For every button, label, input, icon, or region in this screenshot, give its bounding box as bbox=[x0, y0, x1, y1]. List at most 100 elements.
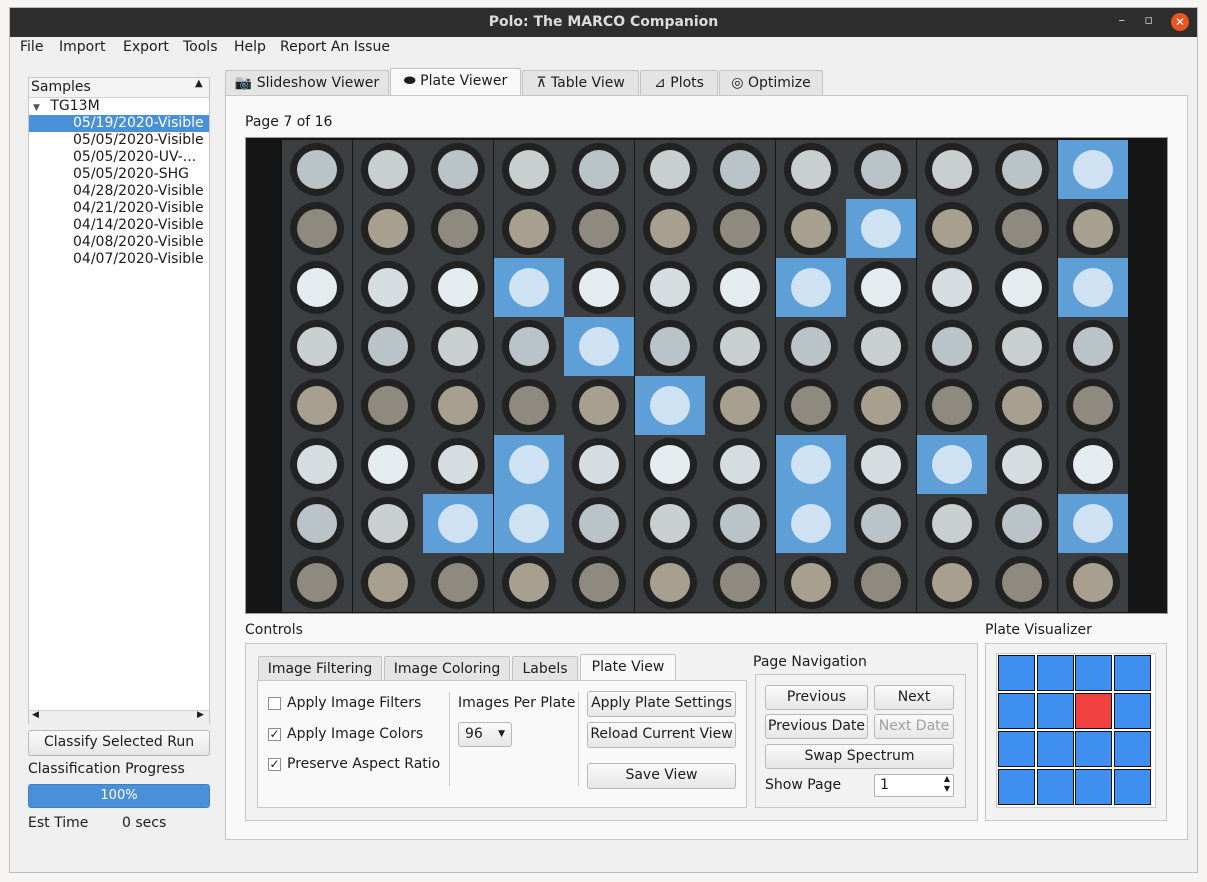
well-image[interactable] bbox=[282, 494, 352, 553]
tab-plots[interactable]: ⊿ Plots bbox=[640, 70, 718, 95]
well-image[interactable] bbox=[352, 435, 423, 494]
sample-item[interactable]: 04/21/2020-Visible bbox=[29, 200, 209, 217]
well-image[interactable] bbox=[564, 317, 634, 376]
sample-item[interactable]: 05/05/2020-UV-... bbox=[29, 149, 209, 166]
well-image[interactable] bbox=[423, 494, 493, 553]
scroll-left-icon[interactable]: ◀ bbox=[32, 710, 39, 720]
well-image[interactable] bbox=[705, 317, 775, 376]
tab-image-filtering[interactable]: Image Filtering bbox=[258, 656, 382, 681]
visualizer-cell-active[interactable] bbox=[1075, 693, 1112, 729]
tab-plate-viewer[interactable]: ⬬ Plate Viewer bbox=[390, 68, 521, 95]
well-image[interactable] bbox=[1057, 199, 1128, 258]
well-image[interactable] bbox=[634, 553, 705, 612]
samples-header[interactable]: Samples ▲ bbox=[29, 78, 209, 98]
close-icon[interactable]: ✕ bbox=[1171, 13, 1189, 31]
plate-image-grid[interactable] bbox=[245, 137, 1168, 614]
well-image[interactable] bbox=[705, 553, 775, 612]
well-image[interactable] bbox=[423, 317, 493, 376]
tab-slideshow-viewer[interactable]: 📷 Slideshow Viewer bbox=[225, 70, 389, 95]
well-image[interactable] bbox=[916, 258, 987, 317]
well-image[interactable] bbox=[282, 140, 352, 199]
well-image[interactable] bbox=[423, 435, 493, 494]
well-image[interactable] bbox=[493, 258, 564, 317]
well-image[interactable] bbox=[775, 140, 846, 199]
well-image[interactable] bbox=[987, 317, 1057, 376]
well-image[interactable] bbox=[564, 494, 634, 553]
well-image[interactable] bbox=[352, 494, 423, 553]
well-image[interactable] bbox=[282, 435, 352, 494]
well-image[interactable] bbox=[282, 376, 352, 435]
well-image[interactable] bbox=[564, 376, 634, 435]
well-image[interactable] bbox=[775, 376, 846, 435]
sample-item[interactable]: 04/07/2020-Visible bbox=[29, 251, 209, 268]
well-image[interactable] bbox=[1057, 553, 1128, 612]
save-view-button[interactable]: Save View bbox=[587, 763, 736, 789]
well-image[interactable] bbox=[423, 199, 493, 258]
well-image[interactable] bbox=[846, 199, 916, 258]
well-image[interactable] bbox=[564, 140, 634, 199]
well-image[interactable] bbox=[846, 553, 916, 612]
tab-optimize[interactable]: ◎ Optimize bbox=[719, 70, 823, 95]
visualizer-cell[interactable] bbox=[1113, 769, 1151, 805]
well-image[interactable] bbox=[987, 435, 1057, 494]
well-image[interactable] bbox=[916, 494, 987, 553]
sample-item[interactable]: 04/14/2020-Visible bbox=[29, 217, 209, 234]
well-image[interactable] bbox=[916, 199, 987, 258]
well-image[interactable] bbox=[493, 553, 564, 612]
well-image[interactable] bbox=[282, 317, 352, 376]
visualizer-cell[interactable] bbox=[998, 693, 1035, 729]
show-page-spinbox[interactable]: 1 ▲ ▼ bbox=[874, 774, 954, 797]
tab-plate-view[interactable]: Plate View bbox=[580, 654, 676, 681]
well-image[interactable] bbox=[634, 494, 705, 553]
well-image[interactable] bbox=[423, 258, 493, 317]
visualizer-cell[interactable] bbox=[1036, 769, 1074, 805]
visualizer-cell[interactable] bbox=[998, 655, 1035, 691]
well-image[interactable] bbox=[775, 258, 846, 317]
well-image[interactable] bbox=[1057, 435, 1128, 494]
samples-tree[interactable]: Samples ▲ ▼ TG13M 05/19/2020-Visible 05/0… bbox=[28, 77, 210, 724]
well-image[interactable] bbox=[705, 376, 775, 435]
sample-item[interactable]: 05/19/2020-Visible bbox=[29, 115, 209, 132]
visualizer-cell[interactable] bbox=[1036, 693, 1074, 729]
spin-up-icon[interactable]: ▲ bbox=[944, 774, 950, 783]
tree-run-node[interactable]: ▼ TG13M bbox=[33, 98, 100, 115]
well-image[interactable] bbox=[634, 376, 705, 435]
well-image[interactable] bbox=[423, 553, 493, 612]
sample-item[interactable]: 04/08/2020-Visible bbox=[29, 234, 209, 251]
visualizer-cell[interactable] bbox=[1075, 769, 1112, 805]
well-image[interactable] bbox=[916, 317, 987, 376]
well-image[interactable] bbox=[352, 317, 423, 376]
sample-item[interactable]: 04/28/2020-Visible bbox=[29, 183, 209, 200]
well-image[interactable] bbox=[705, 494, 775, 553]
sample-item[interactable]: 05/05/2020-SHG bbox=[29, 166, 209, 183]
well-image[interactable] bbox=[564, 435, 634, 494]
sample-item[interactable]: 05/05/2020-Visible bbox=[29, 132, 209, 149]
well-image[interactable] bbox=[916, 376, 987, 435]
well-image[interactable] bbox=[705, 435, 775, 494]
well-image[interactable] bbox=[846, 317, 916, 376]
visualizer-cell[interactable] bbox=[1113, 731, 1151, 767]
menu-import[interactable]: Import bbox=[59, 39, 105, 55]
well-image[interactable] bbox=[493, 199, 564, 258]
well-image[interactable] bbox=[352, 553, 423, 612]
well-image[interactable] bbox=[705, 258, 775, 317]
well-image[interactable] bbox=[987, 494, 1057, 553]
well-image[interactable] bbox=[493, 317, 564, 376]
well-image[interactable] bbox=[775, 553, 846, 612]
well-image[interactable] bbox=[352, 140, 423, 199]
well-image[interactable] bbox=[564, 199, 634, 258]
well-image[interactable] bbox=[634, 317, 705, 376]
visualizer-cell[interactable] bbox=[1036, 655, 1074, 691]
well-image[interactable] bbox=[987, 376, 1057, 435]
well-image[interactable] bbox=[846, 258, 916, 317]
well-image[interactable] bbox=[1057, 317, 1128, 376]
well-image[interactable] bbox=[634, 199, 705, 258]
well-image[interactable] bbox=[282, 258, 352, 317]
minimize-icon[interactable]: – bbox=[1119, 13, 1126, 28]
menu-file[interactable]: File bbox=[20, 39, 43, 55]
plate-visualizer-grid[interactable] bbox=[996, 653, 1156, 808]
menu-help[interactable]: Help bbox=[234, 39, 266, 55]
well-image[interactable] bbox=[846, 494, 916, 553]
preserve-aspect-checkbox[interactable]: ✓ bbox=[268, 758, 281, 771]
visualizer-cell[interactable] bbox=[1075, 731, 1112, 767]
